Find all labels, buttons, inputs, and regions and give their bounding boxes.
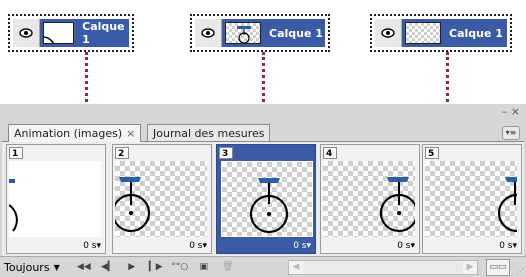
frame-thumbnail bbox=[115, 161, 207, 237]
frame-delay[interactable]: 0 s▾ bbox=[499, 241, 517, 251]
frame[interactable]: 5 0 s▾ bbox=[422, 144, 522, 254]
frame-number: 5 bbox=[425, 147, 439, 159]
unicycle-image bbox=[115, 177, 151, 233]
prev-frame-icon[interactable]: ◀▎ bbox=[98, 259, 118, 275]
frame-delay[interactable]: 0 s▾ bbox=[189, 241, 207, 251]
layer-thumbnail bbox=[42, 22, 75, 44]
layer-selected[interactable]: Calque 1 bbox=[39, 19, 129, 47]
eye-icon[interactable] bbox=[375, 19, 402, 47]
animation-panel: – × Animation (images) × Journal des mesu… bbox=[0, 104, 526, 277]
play-icon[interactable]: ▶ bbox=[122, 259, 142, 275]
frame-thumbnail bbox=[425, 161, 517, 237]
chevron-down-icon: ▼ bbox=[53, 262, 60, 272]
layer-callout-3: Calque 1 bbox=[370, 14, 512, 52]
frame-number: 1 bbox=[9, 147, 23, 159]
thumbnail-size-icon[interactable]: ▭▭ bbox=[486, 259, 510, 276]
frames-scrollbar[interactable]: ◀ ▶ bbox=[288, 260, 478, 275]
frame-delay[interactable]: 0 s▾ bbox=[397, 241, 415, 251]
frame-delay[interactable]: 0 s▾ bbox=[293, 241, 311, 251]
delete-frame-icon[interactable]: 🗑 bbox=[218, 259, 238, 275]
duplicate-frame-icon[interactable]: ▣ bbox=[194, 259, 214, 275]
layer-name: Calque 1 bbox=[449, 26, 503, 40]
layer-callout-2: Calque 1 bbox=[190, 14, 330, 52]
frame-thumbnail bbox=[9, 161, 101, 237]
layer-name: Calque 1 bbox=[269, 26, 323, 40]
unicycle-image bbox=[9, 179, 18, 232]
tab-animation[interactable]: Animation (images) × bbox=[8, 124, 142, 142]
tab-journal[interactable]: Journal des mesures bbox=[147, 124, 271, 142]
first-frame-icon[interactable]: ◀◀ bbox=[74, 259, 94, 275]
tween-icon[interactable]: °°○ bbox=[170, 259, 190, 275]
loop-value: Toujours bbox=[4, 260, 50, 274]
eye-icon[interactable] bbox=[195, 19, 222, 47]
layer-row[interactable]: Calque 1 bbox=[13, 19, 129, 47]
layer-name: Calque 1 bbox=[82, 20, 125, 46]
unicycle-image bbox=[379, 177, 415, 233]
frame[interactable]: 1 0 s▾ bbox=[6, 144, 106, 254]
close-icon[interactable]: × bbox=[126, 127, 135, 140]
frame-thumbnail bbox=[221, 161, 313, 237]
frame-selected[interactable]: 3 0 s▾ bbox=[216, 144, 316, 254]
frame-number: 3 bbox=[219, 147, 233, 159]
eye-icon[interactable] bbox=[13, 19, 40, 47]
loop-select[interactable]: Toujours ▼ bbox=[4, 261, 60, 274]
tab-label: Animation (images) bbox=[14, 127, 123, 140]
layer-row[interactable]: Calque 1 bbox=[195, 19, 325, 47]
unicycle-image bbox=[249, 178, 289, 234]
layer-selected[interactable]: Calque 1 bbox=[402, 19, 507, 47]
next-frame-icon[interactable]: ▎▶ bbox=[146, 259, 166, 275]
frame-delay[interactable]: 0 s▾ bbox=[83, 241, 101, 251]
layer-thumbnail bbox=[225, 22, 261, 44]
layer-thumbnail bbox=[405, 22, 441, 44]
frame-number: 4 bbox=[323, 147, 337, 159]
animation-toolbar: Toujours ▼ ◀◀ ◀▎ ▶ ▎▶ °°○ ▣ 🗑 ◀ ▶ ▭▭ ⋰ bbox=[0, 256, 526, 277]
frame-number: 2 bbox=[115, 147, 129, 159]
window-controls[interactable]: – × bbox=[502, 105, 520, 118]
frame[interactable]: 2 0 s▾ bbox=[112, 144, 212, 254]
layer-callout-1: Calque 1 bbox=[8, 14, 134, 52]
menu-icon[interactable]: ▾≡ bbox=[502, 126, 520, 140]
unicycle-image bbox=[497, 177, 517, 233]
frames-strip: 1 0 s▾ 2 0 s▾ 3 0 s▾ 4 0 s▾ 5 0 s▾ bbox=[2, 141, 524, 256]
scroll-right-icon[interactable]: ▶ bbox=[463, 261, 477, 274]
layer-selected[interactable]: Calque 1 bbox=[222, 19, 325, 47]
scroll-left-icon[interactable]: ◀ bbox=[289, 261, 303, 274]
frame[interactable]: 4 0 s▾ bbox=[320, 144, 420, 254]
layer-row[interactable]: Calque 1 bbox=[375, 19, 507, 47]
frame-thumbnail bbox=[323, 161, 415, 237]
tab-label: Journal des mesures bbox=[153, 127, 265, 140]
resize-grip-icon[interactable]: ⋰ bbox=[516, 267, 524, 276]
